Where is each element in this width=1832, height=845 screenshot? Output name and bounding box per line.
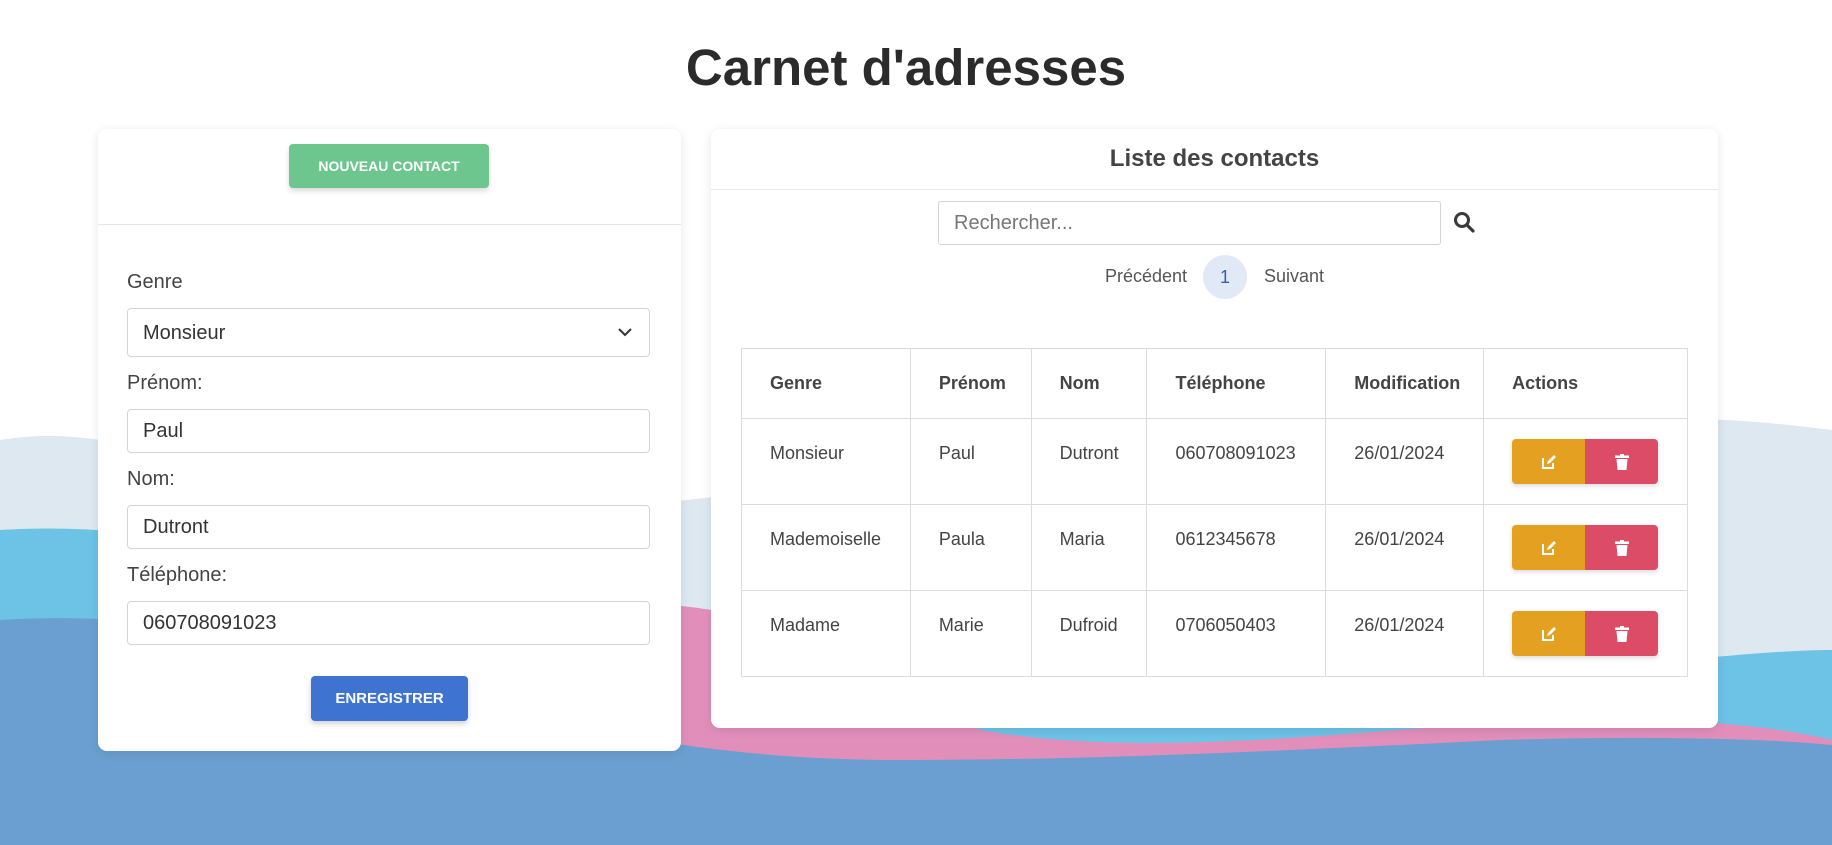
edit-icon: [1541, 626, 1556, 641]
cell-modification: 26/01/2024: [1325, 418, 1485, 505]
genre-select-value: Monsieur: [143, 322, 226, 344]
contact-list-card: Liste des contacts Précédent 1 Suivant G…: [711, 129, 1718, 728]
genre-label: Genre: [127, 271, 183, 293]
form-divider: [98, 224, 681, 225]
cell-telephone: 0612345678: [1146, 504, 1327, 591]
list-title: Liste des contacts: [1109, 145, 1320, 172]
table-header-row: Genre Prénom Nom Téléphone Modification …: [741, 348, 1688, 419]
column-header-telephone: Téléphone: [1146, 348, 1327, 419]
contacts-table: Genre Prénom Nom Téléphone Modification …: [741, 348, 1688, 677]
cell-telephone: 0706050403: [1146, 590, 1327, 677]
table-row: Mademoiselle Paula Maria 0612345678 26/0…: [741, 504, 1688, 591]
column-header-actions: Actions: [1483, 348, 1688, 419]
row-actions: [1512, 611, 1659, 656]
cell-telephone: 060708091023: [1146, 418, 1327, 505]
nom-input[interactable]: [127, 505, 650, 549]
pagination-previous[interactable]: Précédent: [1105, 266, 1187, 287]
nom-label: Nom:: [127, 468, 175, 490]
row-actions: [1512, 525, 1659, 570]
edit-icon: [1541, 540, 1556, 555]
cell-actions: [1483, 418, 1688, 505]
prenom-label: Prénom:: [127, 372, 203, 394]
cell-genre: Madame: [741, 590, 911, 677]
cell-prenom: Marie: [909, 590, 1032, 677]
table-row: Monsieur Paul Dutront 060708091023 26/01…: [741, 418, 1688, 505]
cell-genre: Mademoiselle: [741, 504, 911, 591]
row-actions: [1512, 439, 1659, 484]
delete-button[interactable]: [1585, 439, 1659, 484]
trash-icon: [1614, 625, 1629, 642]
new-contact-button[interactable]: NOUVEAU CONTACT: [289, 144, 489, 188]
list-divider: [711, 189, 1718, 190]
table-row: Madame Marie Dufroid 0706050403 26/01/20…: [741, 590, 1688, 677]
edit-icon: [1541, 454, 1556, 469]
column-header-nom: Nom: [1030, 348, 1148, 419]
prenom-input[interactable]: [127, 409, 650, 453]
cell-nom: Maria: [1030, 504, 1148, 591]
cell-actions: [1483, 590, 1688, 677]
cell-prenom: Paula: [909, 504, 1032, 591]
delete-button[interactable]: [1585, 611, 1659, 656]
save-button[interactable]: ENREGISTRER: [311, 676, 468, 721]
search-icon[interactable]: [1453, 211, 1475, 233]
cell-modification: 26/01/2024: [1325, 504, 1485, 591]
contact-form-card: NOUVEAU CONTACT Genre Monsieur Prénom: N…: [98, 129, 681, 751]
column-header-modification: Modification: [1325, 348, 1485, 419]
cell-nom: Dutront: [1030, 418, 1148, 505]
edit-button[interactable]: [1512, 439, 1586, 484]
cell-modification: 26/01/2024: [1325, 590, 1485, 677]
cell-prenom: Paul: [909, 418, 1032, 505]
telephone-label: Téléphone:: [127, 564, 228, 586]
pagination-next[interactable]: Suivant: [1264, 266, 1324, 287]
trash-icon: [1614, 539, 1629, 556]
edit-button[interactable]: [1512, 525, 1586, 570]
chevron-down-icon: [618, 328, 632, 337]
delete-button[interactable]: [1585, 525, 1659, 570]
pagination-page-1[interactable]: 1: [1203, 255, 1247, 299]
column-header-prenom: Prénom: [909, 348, 1032, 419]
genre-select[interactable]: Monsieur: [127, 308, 650, 357]
telephone-input[interactable]: [127, 601, 650, 645]
page-title: Carnet d'adresses: [685, 39, 1127, 96]
cell-actions: [1483, 504, 1688, 591]
column-header-genre: Genre: [741, 348, 911, 419]
trash-icon: [1614, 453, 1629, 470]
search-input[interactable]: [938, 201, 1441, 245]
cell-nom: Dufroid: [1030, 590, 1148, 677]
edit-button[interactable]: [1512, 611, 1586, 656]
cell-genre: Monsieur: [741, 418, 911, 505]
